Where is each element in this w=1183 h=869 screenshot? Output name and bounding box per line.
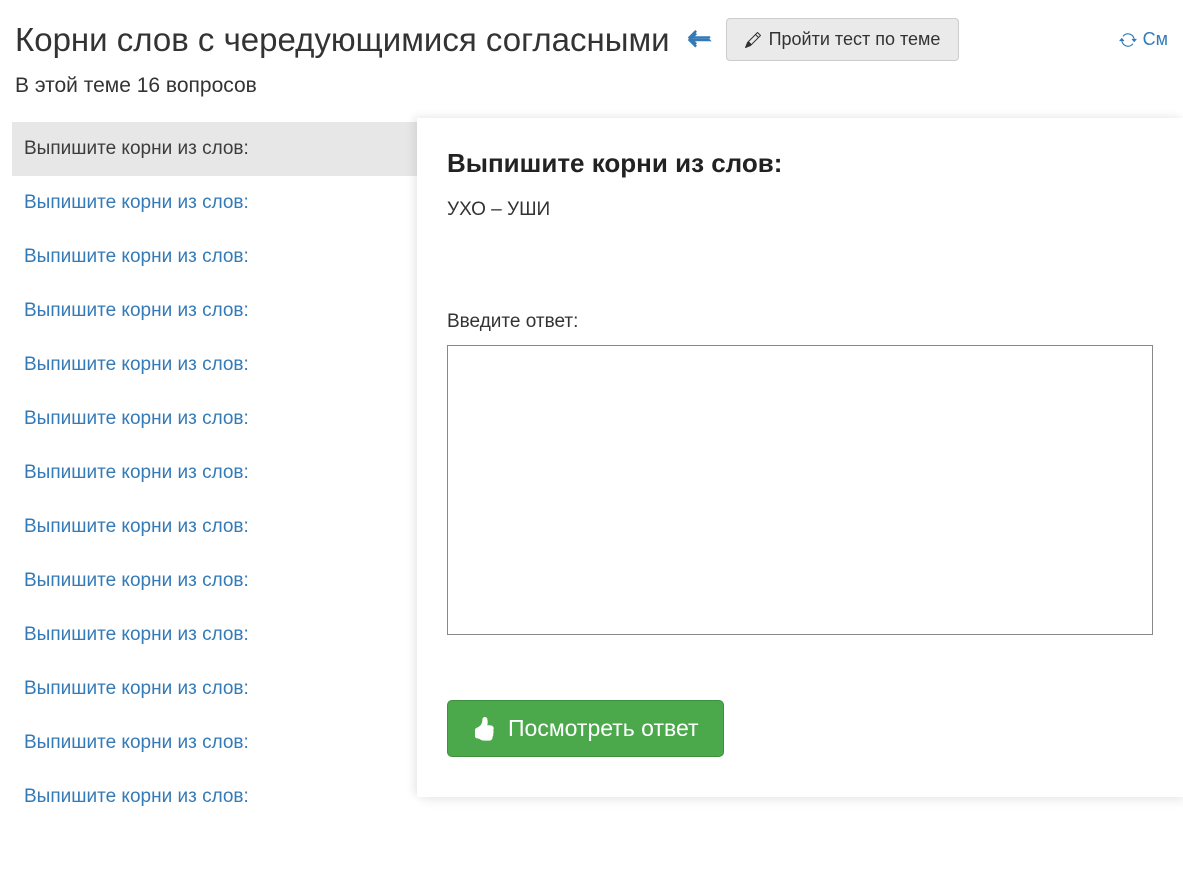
view-answer-label: Посмотреть ответ — [508, 715, 699, 742]
answer-input[interactable] — [447, 345, 1153, 635]
question-list: Выпишите корни из слов:Выпишите корни из… — [12, 118, 417, 824]
refresh-icon — [1119, 31, 1137, 49]
sidebar-item-question[interactable]: Выпишите корни из слов: — [12, 230, 417, 284]
question-count: В этой теме 16 вопросов — [0, 66, 1183, 118]
sidebar-item-question[interactable]: Выпишите корни из слов: — [12, 662, 417, 716]
sidebar-item-question[interactable]: Выпишите корни из слов: — [12, 446, 417, 500]
view-answer-button[interactable]: Посмотреть ответ — [447, 700, 724, 757]
sidebar-item-question[interactable]: Выпишите корни из слов: — [12, 770, 417, 824]
question-panel: Выпишите корни из слов: УХО – УШИ Введит… — [417, 118, 1183, 797]
back-arrow-icon[interactable] — [682, 25, 716, 55]
sidebar-item-question[interactable]: Выпишите корни из слов: — [12, 122, 417, 176]
answer-label: Введите ответ: — [447, 311, 1153, 333]
question-body: УХО – УШИ — [447, 199, 1153, 221]
take-test-label: Пройти тест по теме — [769, 29, 941, 50]
pencil-icon — [745, 32, 761, 48]
sidebar-item-question[interactable]: Выпишите корни из слов: — [12, 338, 417, 392]
question-title: Выпишите корни из слов: — [447, 148, 1153, 179]
sidebar-item-question[interactable]: Выпишите корни из слов: — [12, 176, 417, 230]
refresh-link[interactable]: См — [1119, 29, 1168, 50]
sidebar-item-question[interactable]: Выпишите корни из слов: — [12, 284, 417, 338]
refresh-label: См — [1143, 29, 1168, 50]
sidebar-item-question[interactable]: Выпишите корни из слов: — [12, 554, 417, 608]
sidebar-item-question[interactable]: Выпишите корни из слов: — [12, 500, 417, 554]
sidebar-item-question[interactable]: Выпишите корни из слов: — [12, 608, 417, 662]
sidebar-item-question[interactable]: Выпишите корни из слов: — [12, 716, 417, 770]
take-test-button[interactable]: Пройти тест по теме — [726, 18, 960, 61]
thumbs-up-icon — [472, 717, 496, 741]
page-title: Корни слов с чередующимися согласными — [15, 21, 670, 59]
sidebar-item-question[interactable]: Выпишите корни из слов: — [12, 392, 417, 446]
